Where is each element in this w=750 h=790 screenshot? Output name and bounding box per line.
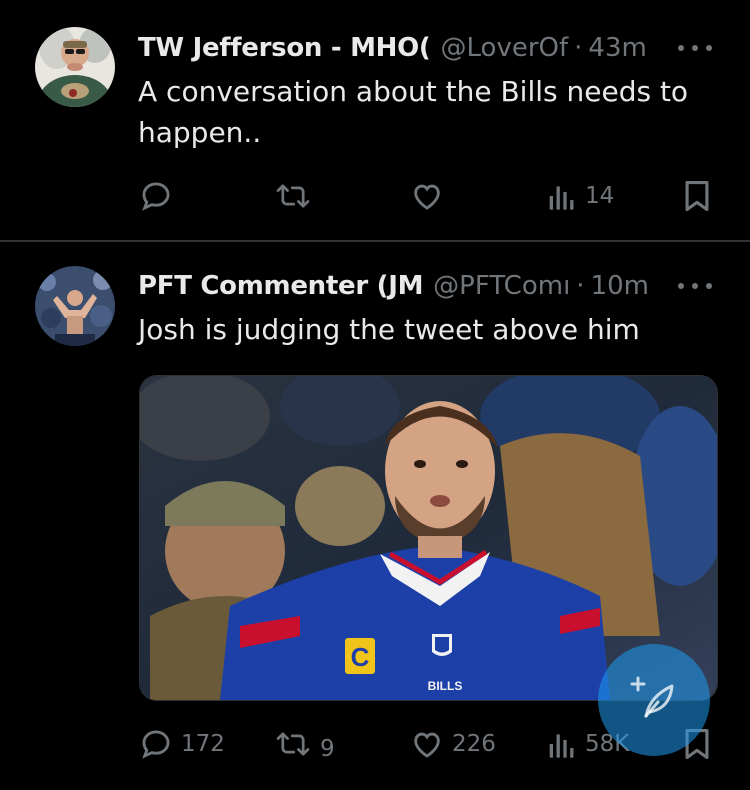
like-icon — [410, 179, 444, 213]
user-handle[interactable]: @LoverOf — [441, 33, 569, 63]
like-button[interactable] — [410, 171, 452, 221]
retweet-button[interactable]: 9 — [274, 719, 335, 769]
bookmark-icon — [682, 179, 712, 213]
compose-icon — [628, 672, 680, 728]
tweet-1[interactable]: TW Jefferson - MHO( @LoverOf · 43m A con… — [0, 0, 750, 240]
compose-button[interactable] — [598, 644, 710, 756]
tweet-actions: 14 — [0, 171, 750, 221]
tweet-header: PFT Commenter (JM @PFTComı · 10m — [138, 266, 710, 306]
tweet-header: TW Jefferson - MHO( @LoverOf · 43m — [138, 28, 710, 68]
views-count: 14 — [585, 183, 615, 209]
user-handle[interactable]: @PFTComı — [433, 271, 570, 301]
more-icon[interactable] — [678, 276, 712, 296]
like-count: 226 — [452, 731, 496, 757]
retweet-button[interactable] — [274, 171, 320, 221]
avatar[interactable] — [35, 27, 115, 107]
reply-icon — [139, 179, 173, 213]
tweet-text: A conversation about the Bills needs to … — [138, 75, 689, 149]
bookmark-button[interactable] — [682, 171, 712, 221]
avatar[interactable] — [35, 266, 115, 346]
tweet-text: Josh is judging the tweet above him — [138, 313, 640, 346]
timestamp[interactable]: 10m — [591, 271, 649, 301]
views-icon — [547, 727, 577, 761]
more-icon[interactable] — [678, 38, 712, 58]
like-icon — [410, 727, 444, 761]
retweet-icon — [274, 727, 312, 761]
timestamp[interactable]: 43m — [588, 33, 646, 63]
views-button[interactable]: 14 — [547, 171, 614, 221]
views-icon — [547, 179, 577, 213]
display-name[interactable]: PFT Commenter (JM — [138, 271, 423, 301]
reply-icon — [139, 727, 173, 761]
retweet-count: 9 — [320, 736, 335, 762]
separator: · — [574, 33, 583, 63]
jersey-label: BILLS — [428, 679, 463, 693]
display-name[interactable]: TW Jefferson - MHO( — [138, 33, 431, 63]
reply-button[interactable]: 172 — [139, 719, 225, 769]
reply-button[interactable] — [139, 171, 181, 221]
reply-count: 172 — [181, 731, 225, 757]
captain-patch-letter: C — [351, 642, 370, 672]
retweet-icon — [274, 179, 312, 213]
separator: · — [576, 271, 585, 301]
like-button[interactable]: 226 — [410, 719, 496, 769]
